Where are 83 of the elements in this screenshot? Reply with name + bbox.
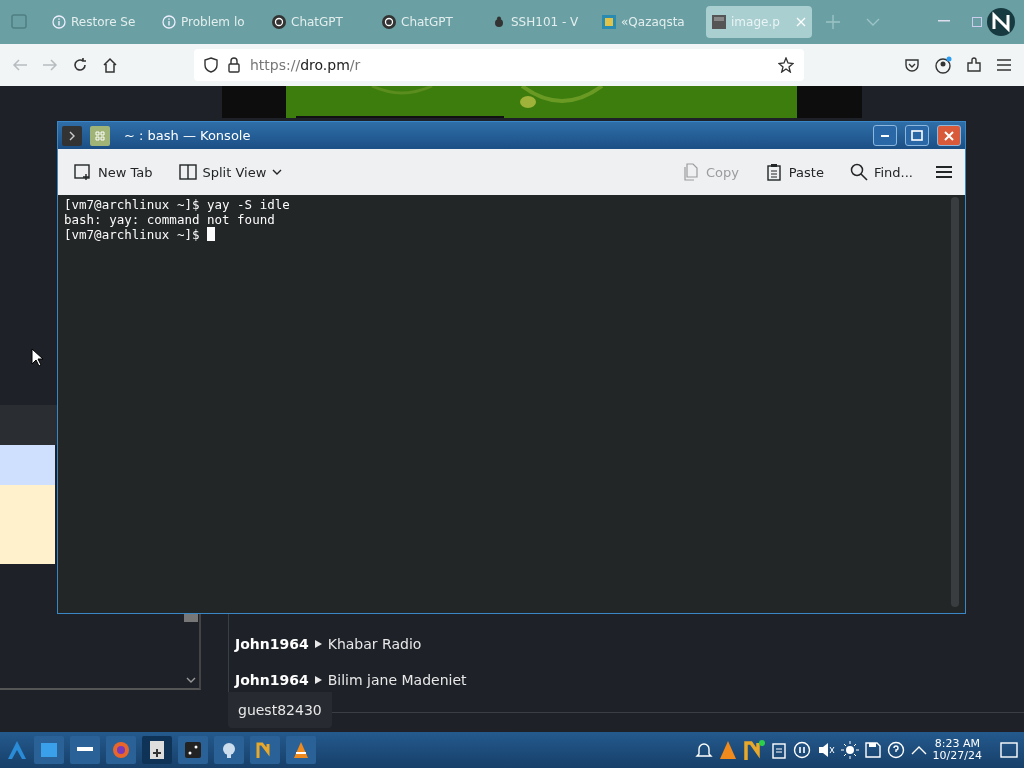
message-text: Bilim jane Madeniet <box>327 672 467 688</box>
site-icon <box>602 15 616 29</box>
split-view-icon <box>178 163 197 181</box>
browser-tab[interactable]: image.p <box>706 6 812 38</box>
search-icon <box>849 163 868 181</box>
username: John1964 <box>235 672 309 688</box>
address-field[interactable]: https://dro.pm/r <box>194 49 804 81</box>
clipboard-icon[interactable] <box>770 741 787 759</box>
avatar-icon[interactable] <box>986 7 1016 37</box>
bar-icon <box>77 747 93 753</box>
bulb-icon <box>221 742 237 758</box>
speaker-muted-icon[interactable] <box>816 741 835 759</box>
paste-button[interactable]: Paste <box>760 159 828 185</box>
maximize-button[interactable] <box>905 125 929 146</box>
chevron-up-icon[interactable] <box>910 745 927 755</box>
browser-tab[interactable]: Restore Se <box>46 6 152 38</box>
cone-icon <box>293 741 309 759</box>
knot-icon <box>382 15 396 29</box>
knot-icon <box>272 15 286 29</box>
window-title: ~ : bash — Konsole <box>124 128 252 143</box>
browser-tab[interactable]: Problem lo <box>156 6 262 38</box>
grid-icon[interactable] <box>90 125 110 146</box>
browser-tab[interactable]: ChatGPT <box>266 6 372 38</box>
paste-icon <box>764 163 783 181</box>
new-tab-button[interactable]: New Tab <box>70 159 157 185</box>
pocket-icon[interactable] <box>904 57 920 73</box>
scroll-down-icon <box>186 676 196 684</box>
window-icon <box>41 743 57 757</box>
minimize-icon <box>881 134 889 137</box>
dice-icon <box>185 742 201 758</box>
chevron-right-icon[interactable] <box>62 125 82 146</box>
star-icon[interactable] <box>778 57 794 73</box>
taskbar-item[interactable] <box>286 736 316 764</box>
maximize-icon <box>911 130 923 141</box>
taskbar-item[interactable] <box>214 736 244 764</box>
close-button[interactable] <box>937 125 961 146</box>
taskbar-item[interactable] <box>142 736 172 764</box>
new-tab-icon <box>74 163 92 181</box>
copy-icon <box>681 163 700 181</box>
mouse-cursor-icon <box>31 348 43 368</box>
reload-icon[interactable] <box>72 57 88 73</box>
brightness-icon[interactable] <box>840 741 859 759</box>
bell-icon[interactable] <box>694 741 713 759</box>
terminal-line: bash: yay: command not found <box>64 212 276 227</box>
terminal-line: [vm7@archlinux ~]$ yay -S idle <box>64 197 291 212</box>
taskbar-item[interactable] <box>70 736 100 764</box>
triangle-icon <box>314 676 322 684</box>
split-button[interactable]: Split View <box>174 159 287 185</box>
browser-icon <box>112 741 130 759</box>
scrollbar-thumb[interactable] <box>184 614 198 623</box>
account-icon[interactable] <box>934 56 952 74</box>
info-icon <box>52 15 66 29</box>
home-icon[interactable] <box>102 57 118 73</box>
app-launcher-icon[interactable] <box>6 739 28 761</box>
menu-icon[interactable] <box>935 165 953 179</box>
terminal-line: [vm7@archlinux ~]$ <box>64 227 947 242</box>
url-text: https://dro.pm/r <box>250 57 362 73</box>
chevron-down-icon <box>272 168 283 176</box>
show-desktop-icon[interactable] <box>1000 742 1018 758</box>
triangle-icon <box>314 640 322 648</box>
minimize-button[interactable] <box>873 125 897 146</box>
lock-icon <box>228 57 240 73</box>
help-icon[interactable] <box>886 741 905 759</box>
info-icon <box>162 15 176 29</box>
find-button[interactable]: Find... <box>845 159 917 185</box>
clock[interactable]: 8:23 AM 10/27/24 <box>932 738 982 762</box>
n-logo-icon[interactable] <box>742 739 765 761</box>
message-text: Khabar Radio <box>327 636 422 652</box>
cone-icon[interactable] <box>718 740 737 760</box>
image-icon <box>712 15 726 29</box>
browser-tab[interactable]: «Qazaqsta <box>596 6 702 38</box>
browser-tab[interactable]: ChatGPT <box>376 6 482 38</box>
shield-icon <box>204 57 218 73</box>
username: John1964 <box>235 636 309 652</box>
browser-tab[interactable]: SSH101 - V <box>486 6 592 38</box>
close-icon <box>944 130 954 141</box>
list-row[interactable] <box>0 444 55 485</box>
pause-icon[interactable] <box>792 741 811 759</box>
extensions-icon[interactable] <box>966 57 982 73</box>
save-icon[interactable] <box>864 742 881 758</box>
username-field[interactable]: guest82430 <box>228 692 332 728</box>
document-icon <box>150 741 164 759</box>
bug-icon <box>492 15 506 29</box>
